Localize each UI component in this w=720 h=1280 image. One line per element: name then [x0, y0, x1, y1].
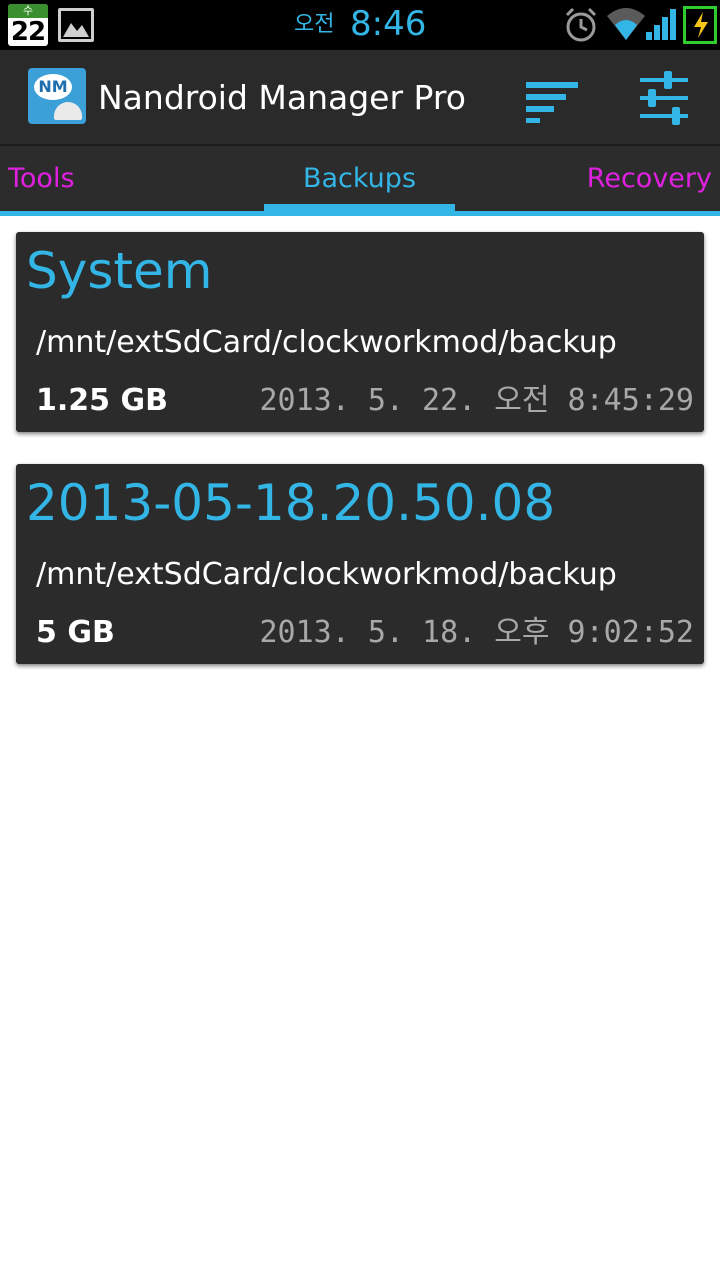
calendar-weekday: 수	[8, 4, 48, 18]
settings-sliders-icon	[640, 71, 688, 125]
backup-name: System	[26, 242, 213, 300]
wifi-icon	[607, 8, 645, 40]
tab-tools[interactable]: Tools	[8, 146, 75, 212]
action-bar: NM Nandroid Manager Pro	[0, 50, 720, 146]
gallery-icon	[58, 8, 94, 42]
backup-path: /mnt/extSdCard/clockworkmod/backup	[36, 325, 617, 360]
tab-backups[interactable]: Backups	[264, 146, 455, 212]
calendar-icon: 수 22	[8, 4, 48, 46]
calendar-day: 22	[10, 17, 46, 46]
tab-divider	[0, 211, 720, 216]
backup-name: 2013-05-18.20.50.08	[26, 474, 556, 532]
signal-icon	[646, 9, 676, 40]
android-icon	[54, 102, 82, 120]
alarm-icon	[565, 7, 597, 42]
battery-charging-icon	[683, 6, 717, 44]
tab-recovery[interactable]: Recovery	[587, 146, 712, 212]
backup-path: /mnt/extSdCard/clockworkmod/backup	[36, 557, 617, 592]
app-title: Nandroid Manager Pro	[98, 78, 466, 117]
app-logo-text: NM	[34, 74, 72, 100]
backup-card[interactable]: 2013-05-18.20.50.08 /mnt/extSdCard/clock…	[16, 464, 704, 664]
status-bar: 수 22 오전 8:46	[0, 0, 720, 50]
backup-date: 2013. 5. 22. 오전 8:45:29	[259, 383, 695, 418]
status-clock: 8:46	[350, 4, 427, 44]
backup-size: 5 GB	[36, 615, 115, 650]
backup-size: 1.25 GB	[36, 383, 168, 418]
app-logo[interactable]: NM	[28, 68, 86, 124]
sort-icon	[526, 82, 578, 123]
backup-card[interactable]: System /mnt/extSdCard/clockworkmod/backu…	[16, 232, 704, 432]
tab-bar: Tools Backups Recovery	[0, 146, 720, 212]
status-ampm: 오전	[294, 12, 335, 37]
backup-date: 2013. 5. 18. 오후 9:02:52	[259, 615, 695, 650]
settings-button[interactable]	[632, 68, 696, 128]
sort-button[interactable]	[520, 74, 584, 124]
